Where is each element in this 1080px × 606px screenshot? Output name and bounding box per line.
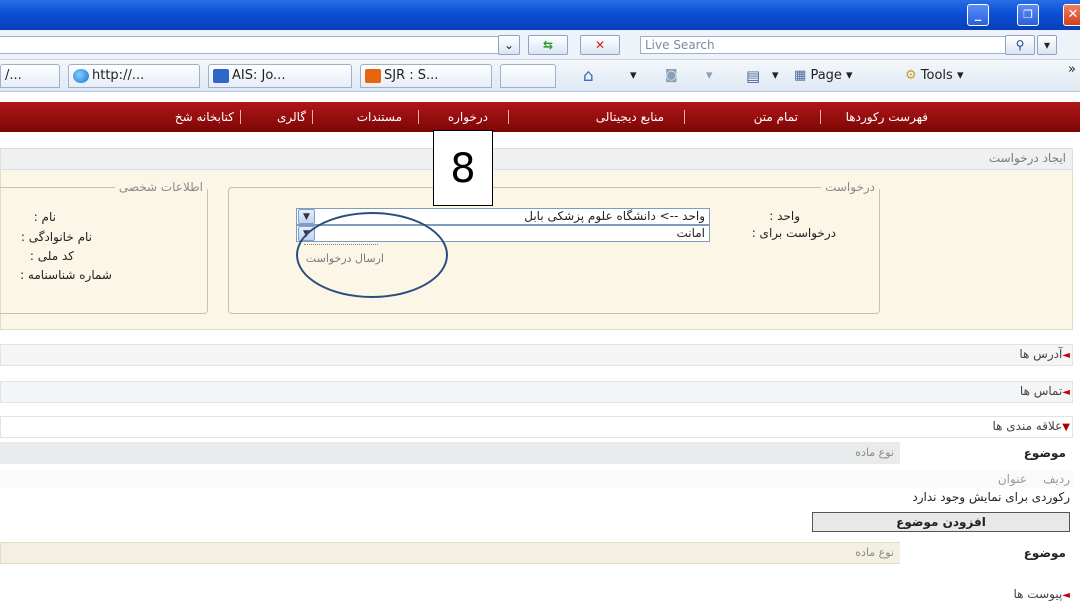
collapsed-arrow-icon: ◄ [1062, 350, 1070, 361]
url-dropdown-button[interactable]: ⌄ [498, 35, 520, 55]
window-title-bar [0, 0, 1080, 30]
addresses-header[interactable]: ◄آدرس ها [880, 347, 1070, 361]
attachments-header[interactable]: ◄پیوست ها [880, 587, 1071, 601]
nav-gallery[interactable]: گالری [262, 102, 306, 132]
nav-personal-library[interactable]: کتابخانه شخ [158, 102, 234, 132]
contacts-header[interactable]: ◄تماس ها [880, 384, 1070, 398]
nav-divider [820, 110, 821, 124]
tab-label: SJR : S... [384, 68, 439, 83]
search-icon: ⚲ [1015, 38, 1025, 52]
request-legend: درخواست [825, 180, 875, 194]
nav-divider [312, 110, 313, 124]
refresh-icon: ⇆ [542, 38, 554, 52]
home-icon[interactable]: ⌂ [583, 64, 594, 88]
minimize-button[interactable]: _ [967, 4, 989, 26]
page-menu-label: Page [810, 68, 842, 83]
sjr-icon [365, 68, 381, 83]
nav-divider [240, 110, 241, 124]
ie-icon [73, 68, 89, 83]
nav-divider [418, 110, 419, 124]
personal-info-fieldset: اطلاعات شخصی [0, 180, 208, 314]
stop-button[interactable]: ✕ [580, 35, 620, 55]
empty-records-message: رکوردی برای نمایش وجود ندارد [912, 490, 1070, 504]
nav-divider [508, 110, 509, 124]
column-title: عنوان [997, 472, 1027, 486]
chevron-down-icon[interactable]: ▾ [706, 64, 713, 88]
nav-full-text[interactable]: تمام متن [738, 102, 798, 132]
attachments-label: پیوست ها [1013, 587, 1063, 601]
tab-3[interactable]: AIS: Jo... [208, 64, 352, 88]
chevron-down-icon[interactable]: ▾ [630, 64, 637, 88]
addresses-label: آدرس ها [1019, 347, 1063, 361]
collapsed-arrow-icon: ◄ [1062, 387, 1070, 398]
search-button[interactable]: ⚲ [1005, 35, 1035, 55]
nav-documents[interactable]: مستندات [330, 102, 402, 132]
last-name-label: نام خانوادگی : [20, 230, 92, 244]
refresh-button[interactable]: ⇆ [528, 35, 568, 55]
id-number-label: شماره شناسنامه : [20, 268, 112, 282]
chevron-down-icon[interactable]: ▾ [772, 64, 779, 88]
tab-label: http://... [92, 68, 145, 83]
highlight-circle [296, 212, 448, 298]
national-code-label: کد ملی : [29, 249, 74, 263]
close-button[interactable]: ✕ [1063, 4, 1080, 26]
chevron-down-icon[interactable]: ▼ [298, 209, 315, 224]
interests-label: علاقه مندی ها [992, 419, 1063, 433]
subject-label: موضوع [1023, 546, 1066, 560]
unit-label: واحد : [769, 209, 800, 223]
material-type-header: نوع ماده [855, 446, 894, 459]
tools-menu-label: Tools [920, 68, 953, 83]
collapsed-arrow-icon: ◄ [1062, 590, 1070, 601]
step-number-box: 8 [433, 130, 493, 206]
page-icon: ▦ [794, 68, 807, 83]
request-for-label: درخواست برای : [751, 226, 836, 240]
nav-request[interactable]: درخواره [428, 102, 488, 132]
toolbar-overflow-icon[interactable]: » [1068, 58, 1076, 82]
search-input[interactable]: Live Search [640, 36, 1006, 54]
tab-4[interactable]: SJR : S... [360, 64, 492, 88]
nav-divider [684, 110, 685, 124]
material-type-label: نوع ماده [855, 546, 894, 559]
contacts-label: تماس ها [1019, 384, 1063, 398]
print-icon[interactable]: ▤ [746, 64, 760, 88]
add-subject-button[interactable]: افزودن موضوع [812, 512, 1070, 532]
page-menu-button[interactable]: ▦ Page ▾ [794, 64, 853, 88]
ais-icon [213, 68, 229, 83]
create-request-title: ایجاد درخواست [988, 151, 1066, 165]
feeds-icon[interactable]: ◙ [665, 64, 678, 88]
expanded-arrow-icon: ▼ [1062, 422, 1070, 433]
column-row-number: ردیف [1043, 472, 1070, 486]
search-options-button[interactable]: ▾ [1037, 35, 1057, 55]
url-input[interactable] [0, 36, 520, 54]
restore-button[interactable]: ❐ [1017, 4, 1039, 26]
chevron-down-icon: ⌄ [503, 38, 515, 52]
stop-icon: ✕ [594, 38, 606, 52]
tab-label: /... [5, 68, 22, 83]
tab-1[interactable]: /... [0, 64, 60, 88]
tab-2[interactable]: http://... [68, 64, 200, 88]
personal-info-legend: اطلاعات شخصی [118, 180, 203, 194]
nav-records-list[interactable]: فهرست رکوردها [846, 102, 928, 132]
first-name-label: نام : [33, 210, 56, 224]
chevron-down-icon: ▾ [1043, 38, 1051, 52]
gear-icon: ⚙ [905, 68, 917, 83]
interests-header[interactable]: ▼علاقه مندی ها [860, 419, 1070, 433]
interests-table-header [0, 470, 1073, 488]
subject-header: موضوع [1023, 446, 1066, 460]
nav-digital-resources[interactable]: منابع دیجیتالی [580, 102, 664, 132]
new-tab[interactable] [500, 64, 556, 88]
tab-label: AIS: Jo... [232, 68, 286, 83]
tools-menu-button[interactable]: ⚙ Tools ▾ [905, 64, 964, 88]
